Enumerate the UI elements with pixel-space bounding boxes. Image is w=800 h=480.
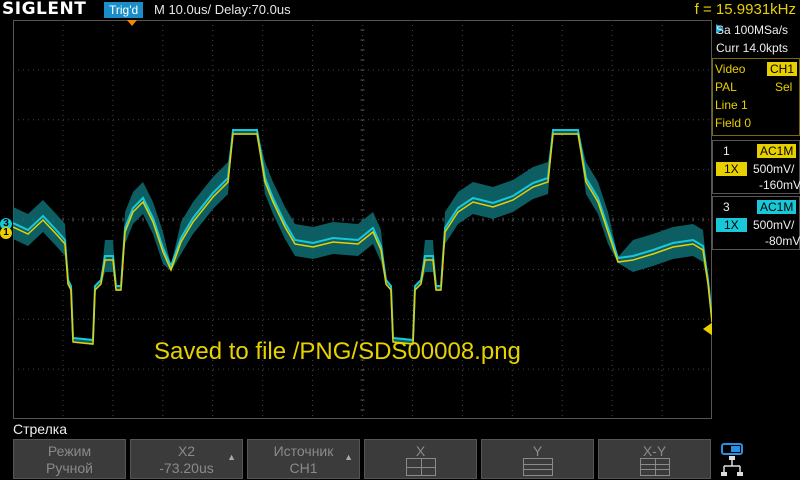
trigger-type: Video: [715, 62, 746, 76]
softkey-y[interactable]: Y: [481, 439, 594, 479]
network-icon: [721, 443, 743, 476]
softkey-label: Режим: [47, 443, 92, 459]
delay-value: Delay:70.0us: [214, 2, 291, 17]
trigger-status-badge: Trig'd: [104, 2, 144, 18]
ch1-offset: -160mV: [759, 178, 800, 192]
x-cursor-icon: [406, 458, 436, 476]
softkey-source[interactable]: Источник CH1 ▲: [247, 439, 360, 479]
softkey-value: CH1: [289, 460, 318, 476]
menu-title: Стрелка: [13, 421, 68, 437]
sample-rate: Sa 100MSa/s: [716, 23, 789, 37]
softkey-x[interactable]: X: [364, 439, 477, 479]
status-message: Saved to file /PNG/SDS00008.png: [154, 338, 521, 365]
softkey-label: X: [415, 443, 426, 459]
softkey-label: X-Y: [642, 443, 667, 459]
ch3-number: 3: [723, 200, 730, 214]
softkey-value: -73.20us: [159, 460, 214, 476]
softkey-label: X2: [177, 443, 196, 459]
softkey-label: Y: [532, 443, 543, 459]
timebase-readout[interactable]: M 10.0us/ Delay:70.0us: [154, 1, 291, 18]
softkey-xy[interactable]: X-Y: [598, 439, 711, 479]
ch1-settings-box[interactable]: 1 AC1M 1X 500mV/ -160mV: [712, 140, 800, 194]
ch3-settings-box[interactable]: 3 AC1M 1X 500mV/ -80mV: [712, 196, 800, 250]
softkey-x2[interactable]: X2 -73.20us ▲: [130, 439, 243, 479]
memory-depth: Curr 14.0kpts: [716, 41, 789, 55]
trigger-position-marker: [127, 20, 137, 26]
trigger-source-badge: CH1: [766, 62, 797, 76]
softkey-value: Ручной: [46, 460, 93, 476]
adjust-knob-icon: ▲: [344, 452, 353, 462]
ch3-trace: [13, 129, 712, 345]
trigger-line: Line 1: [715, 98, 748, 112]
timebase-value: M 10.0us/: [154, 2, 212, 17]
frequency-readout: f = 15.9931kHz: [694, 1, 796, 18]
trigger-mode: Sel: [775, 80, 793, 94]
ch1-probe-badge: 1X: [716, 162, 747, 176]
y-cursor-icon: [523, 458, 553, 476]
xy-cursor-icon: [640, 458, 670, 476]
ch3-offset: -80mV: [765, 234, 800, 248]
brand-logo: SIGLENT: [2, 0, 87, 19]
trigger-settings-box[interactable]: Video CH1 PAL Sel Line 1 Field 0: [712, 58, 800, 136]
trigger-field: Field 0: [715, 116, 752, 130]
ch1-coupling-badge: AC1M: [757, 144, 797, 158]
ch1-level-marker[interactable]: 1: [0, 227, 12, 239]
ch3-coupling-badge: AC1M: [757, 200, 797, 214]
ch1-number: 1: [723, 144, 730, 158]
ch3-probe-badge: 1X: [716, 218, 747, 232]
softkey-mode[interactable]: Режим Ручной: [13, 439, 126, 479]
top-status-bar: SIGLENT Trig'd M 10.0us/ Delay:70.0us f …: [0, 0, 800, 19]
trigger-standard: PAL: [715, 80, 737, 94]
softkey-label: Источник: [273, 443, 334, 459]
right-info-panel: Sa 100MSa/s Curr 14.0kpts Video CH1 PAL …: [712, 20, 800, 420]
adjust-knob-icon: ▲: [227, 452, 236, 462]
